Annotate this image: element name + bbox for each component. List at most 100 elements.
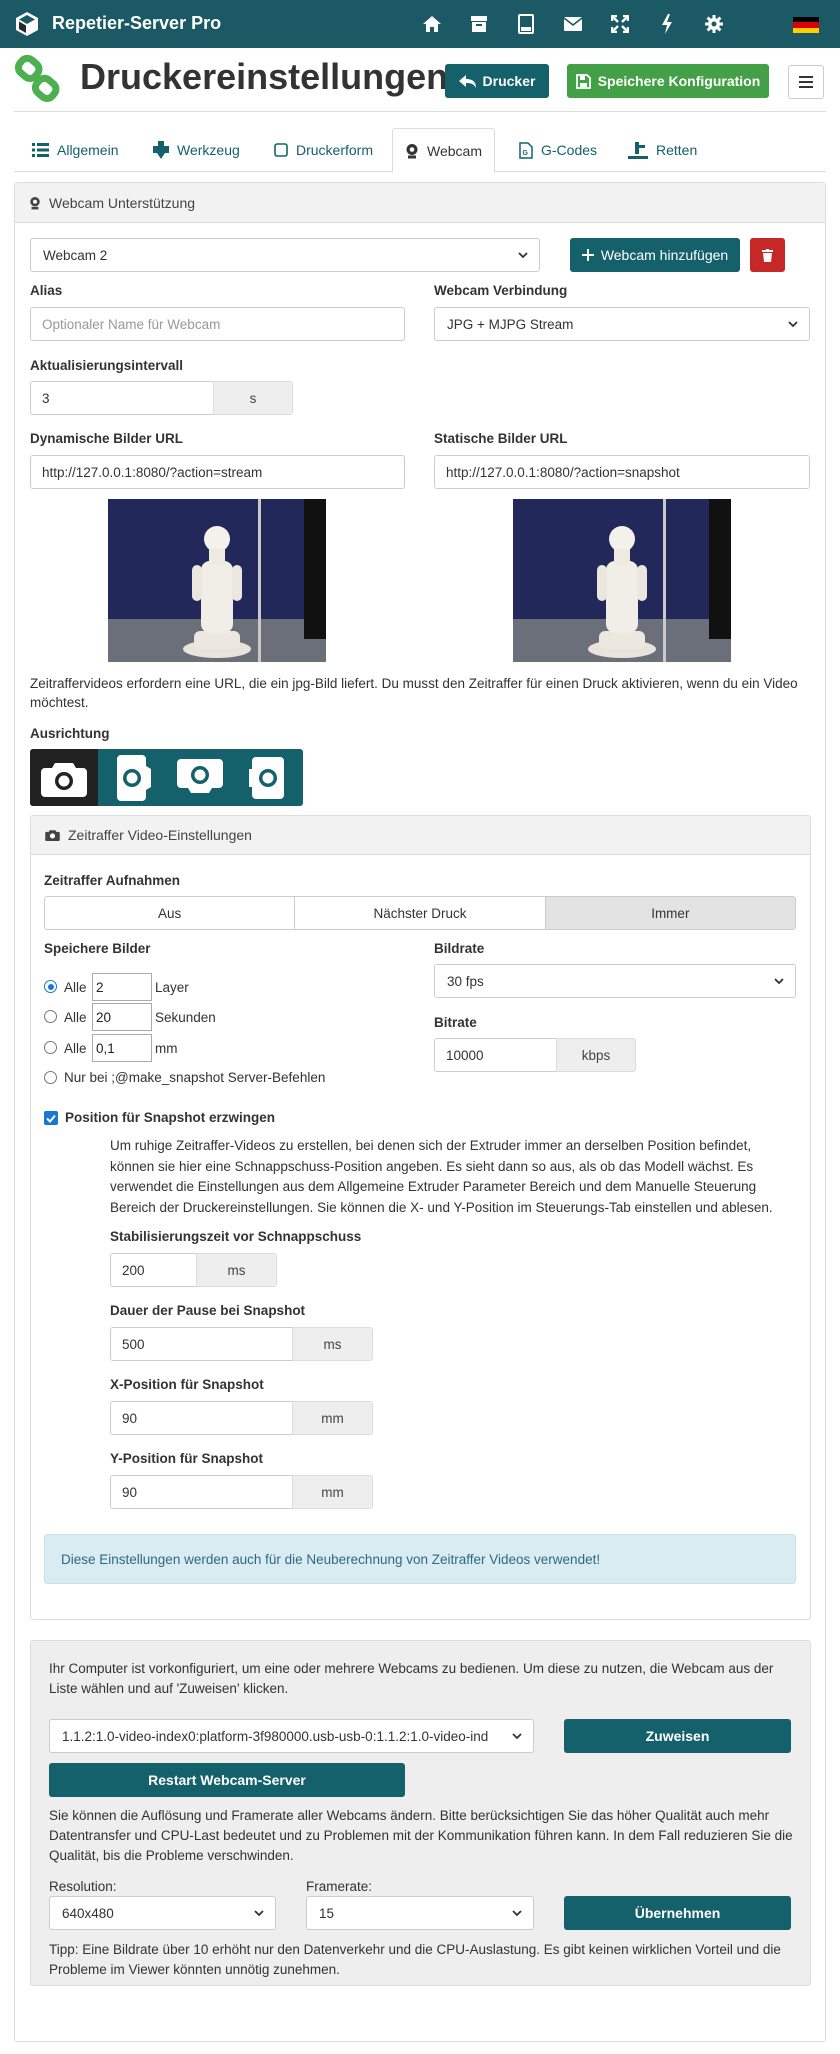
expand-icon[interactable] [596, 0, 643, 48]
option-suffix: mm [155, 1041, 178, 1056]
record-always-button[interactable]: Immer [544, 897, 795, 929]
repetier-logo-icon[interactable] [14, 11, 40, 37]
trash-icon [762, 248, 773, 262]
tab-allgemein[interactable]: Allgemein [28, 128, 122, 172]
bitrate-unit: kbps [556, 1038, 636, 1072]
save-images-label: Speichere Bilder [44, 941, 151, 956]
webcam-select[interactable]: Webcam 2 [30, 238, 540, 272]
option-label: Nur bei ;@make_snapshot Server-Befehlen [64, 1070, 326, 1085]
option-suffix: Sekunden [155, 1010, 216, 1025]
webcam-icon [406, 143, 418, 158]
orientation-90-button[interactable] [98, 749, 166, 806]
panel-title: Webcam Unterstützung [49, 194, 196, 211]
chevron-down-icon [774, 978, 784, 985]
interval-unit: s [213, 381, 293, 415]
tab-retten[interactable]: Retten [624, 128, 701, 172]
save-on-command-radio[interactable] [44, 1071, 57, 1084]
stabilization-input[interactable]: 200 [110, 1253, 197, 1287]
top-navbar: Repetier-Server Pro [0, 0, 840, 48]
record-mode-toggle: Aus Nächster Druck Immer [44, 896, 796, 930]
x-position-input[interactable]: 90 [110, 1401, 293, 1435]
seconds-input[interactable]: 20 [92, 1003, 152, 1031]
option-prefix: Alle [64, 1041, 87, 1056]
checkmark-icon [46, 1114, 56, 1123]
orientation-180-button[interactable] [166, 749, 234, 806]
record-off-button[interactable]: Aus [45, 897, 294, 929]
chevron-down-icon [512, 1910, 522, 1917]
x-position-label: X-Position für Snapshot [110, 1377, 264, 1392]
archive-icon[interactable] [455, 0, 502, 48]
camera-icon [41, 762, 87, 797]
list-icon [32, 143, 49, 157]
chevron-down-icon [518, 252, 528, 259]
header-divider [14, 111, 826, 112]
lightning-icon[interactable] [643, 0, 690, 48]
hamburger-menu-button[interactable] [788, 65, 824, 99]
timelapse-info-alert: Diese Einstellungen werden auch für die … [44, 1534, 796, 1584]
tab-label: Allgemein [57, 142, 119, 158]
webcam-framerate-select[interactable]: 15 [306, 1896, 534, 1930]
chevron-down-icon [512, 1733, 522, 1740]
option-suffix: Layer [155, 980, 189, 995]
back-button-label: Drucker [482, 73, 536, 89]
gear-icon[interactable] [690, 0, 737, 48]
app-brand[interactable]: Repetier-Server Pro [52, 13, 221, 34]
tab-webcam[interactable]: Webcam [392, 128, 495, 173]
camera-icon [45, 830, 60, 841]
save-every-layer-radio[interactable] [44, 980, 57, 993]
orientation-0-button[interactable] [30, 749, 98, 806]
apply-resolution-button[interactable]: Übernehmen [564, 1896, 791, 1930]
svg-text:G: G [523, 150, 529, 157]
pause-input[interactable]: 500 [110, 1327, 293, 1361]
delete-webcam-button[interactable] [750, 238, 785, 272]
add-webcam-button[interactable]: Webcam hinzufügen [570, 238, 740, 272]
save-every-mm-radio[interactable] [44, 1041, 57, 1054]
webcam-framerate-label: Framerate: [306, 1879, 373, 1894]
chain-link-icon [14, 55, 60, 102]
restart-webcam-server-button[interactable]: Restart Webcam-Server [49, 1763, 405, 1797]
static-url-input[interactable]: http://127.0.0.1:8080/?action=snapshot [434, 455, 810, 489]
y-position-input[interactable]: 90 [110, 1475, 293, 1509]
book-icon[interactable] [502, 0, 549, 48]
dynamic-url-input[interactable]: http://127.0.0.1:8080/?action=stream [30, 455, 405, 489]
layer-count-input[interactable]: 2 [92, 973, 152, 1001]
envelope-icon[interactable] [549, 0, 596, 48]
orientation-label: Ausrichtung [30, 726, 110, 741]
back-to-printer-button[interactable]: Drucker [445, 64, 549, 98]
mm-input[interactable]: 0,1 [92, 1034, 152, 1062]
pause-unit: ms [292, 1327, 373, 1361]
framerate-select[interactable]: 30 fps [434, 964, 796, 998]
force-position-checkbox[interactable] [44, 1111, 58, 1125]
alias-label: Alias [30, 283, 63, 298]
webcam-framerate-value: 15 [319, 1905, 335, 1921]
resolution-label: Resolution: [49, 1879, 117, 1894]
timelapse-panel-header: Zeitraffer Video-Einstellungen [31, 816, 810, 855]
tab-druckerform[interactable]: Druckerform [270, 128, 377, 172]
tab-label: Druckerform [296, 142, 374, 158]
save-button-label: Speichere Konfiguration [597, 73, 761, 89]
chevron-down-icon [254, 1910, 264, 1917]
preconfig-intro: Ihr Computer ist vorkonfiguriert, um ein… [49, 1661, 774, 1696]
y-position-unit: mm [292, 1475, 373, 1509]
german-flag-icon[interactable] [793, 17, 819, 33]
alias-input[interactable]: Optionaler Name für Webcam [30, 307, 405, 341]
home-icon[interactable] [408, 0, 455, 48]
record-next-print-button[interactable]: Nächster Druck [294, 897, 544, 929]
framerate-select-value: 30 fps [447, 973, 484, 989]
orientation-270-button[interactable] [234, 749, 302, 806]
tab-werkzeug[interactable]: Werkzeug [149, 128, 244, 172]
settings-tabs: Allgemein Werkzeug Druckerform Webcam G … [14, 128, 826, 173]
save-config-button[interactable]: Speichere Konfiguration [567, 64, 769, 98]
framerate-tip: Tipp: Eine Bildrate über 10 erhöht nur d… [49, 1942, 781, 1977]
webcam-device-select[interactable]: 1.1.2:1.0-video-index0:platform-3f980000… [49, 1719, 534, 1753]
resolution-select[interactable]: 640x480 [49, 1896, 276, 1930]
tab-g-codes[interactable]: G G-Codes [515, 128, 601, 172]
assign-webcam-button[interactable]: Zuweisen [564, 1719, 791, 1753]
rescue-icon [628, 141, 648, 159]
connection-select[interactable]: JPG + MJPG Stream [434, 307, 810, 341]
interval-input[interactable]: 3 [30, 381, 214, 415]
tab-label: Webcam [427, 142, 482, 159]
bitrate-input[interactable]: 10000 [434, 1038, 557, 1072]
stabilization-label: Stabilisierungszeit vor Schnappschuss [110, 1229, 362, 1244]
save-every-seconds-radio[interactable] [44, 1010, 57, 1023]
